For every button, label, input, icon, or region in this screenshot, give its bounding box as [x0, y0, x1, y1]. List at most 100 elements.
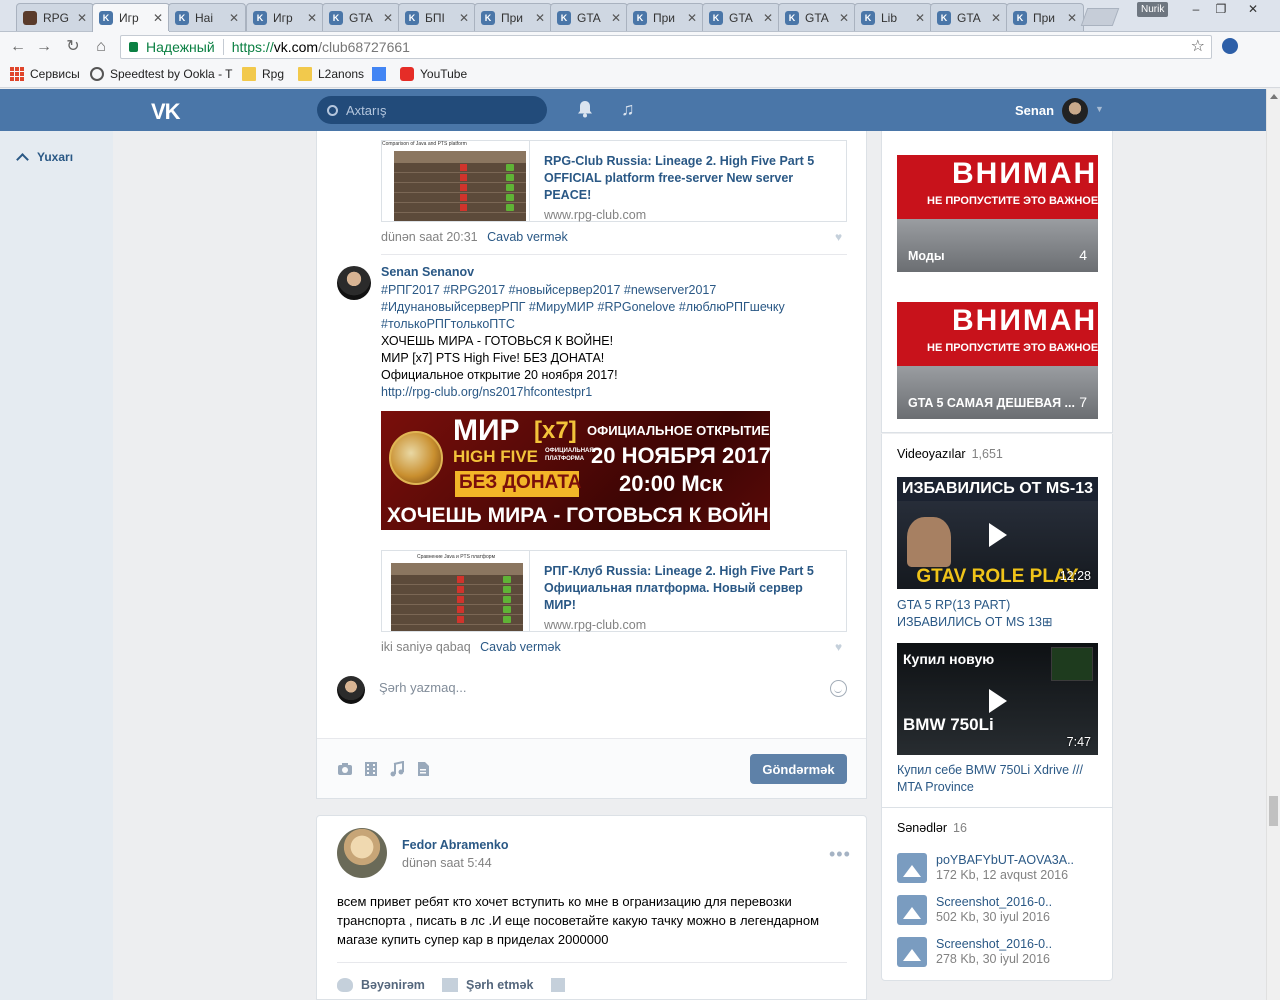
play-icon[interactable] — [989, 523, 1007, 547]
close-icon[interactable]: ✕ — [307, 11, 317, 25]
back-arrow-icon[interactable]: ← — [8, 37, 28, 57]
close-icon[interactable]: ✕ — [77, 11, 87, 25]
reply-link[interactable]: Cavab vermək — [487, 230, 568, 244]
bookmark-star-icon[interactable]: ☆ — [1191, 36, 1205, 56]
page-scrollbar[interactable] — [1266, 89, 1280, 1000]
bookmark-apps[interactable]: Сервисы — [10, 67, 80, 81]
avatar[interactable] — [337, 828, 387, 878]
address-bar[interactable]: Надежный https://vk.com/club68727661 ☆ — [120, 35, 1212, 59]
close-icon[interactable]: ✕ — [1067, 11, 1077, 25]
browser-tab[interactable]: K GTA ✕ — [702, 3, 780, 31]
new-tab-button[interactable] — [1080, 8, 1120, 26]
event-banner-image[interactable]: МИР [x7] HIGH FIVE ОФИЦИАЛЬНАЯ ПЛАТФОРМА… — [381, 411, 770, 530]
close-icon[interactable]: ✕ — [535, 11, 545, 25]
smiley-icon[interactable] — [830, 680, 847, 697]
heart-icon[interactable]: ♥ — [835, 641, 847, 653]
comment-link[interactable]: http://rpg-club.org/ns2017hfcontestpr1 — [381, 384, 592, 401]
camera-icon[interactable] — [337, 761, 353, 777]
close-icon[interactable]: ✕ — [459, 11, 469, 25]
minimize-icon[interactable]: ‒ — [1183, 0, 1209, 18]
browser-tab[interactable]: RPG ✕ — [16, 3, 94, 31]
close-icon[interactable]: ✕ — [383, 11, 393, 25]
chevron-down-icon[interactable]: ▼ — [1095, 104, 1104, 114]
browser-tab[interactable]: K При ✕ — [474, 3, 552, 31]
vk-logo-icon[interactable]: VK — [151, 99, 181, 125]
document-item[interactable]: poYBAFYbUT-AOVA3A.. 172 Kb, 12 avqust 20… — [897, 853, 1097, 885]
browser-profile-chip[interactable]: Nurik — [1137, 2, 1169, 17]
restore-icon[interactable]: ❐ — [1208, 0, 1234, 18]
comment-time[interactable]: dünən saat 20:31 — [381, 230, 478, 244]
reload-icon[interactable]: ↻ — [63, 37, 83, 57]
play-icon[interactable] — [989, 689, 1007, 713]
video-title[interactable]: GTA 5 RP(13 PART) ИЗБАВИЛИСЬ ОТ MS 13⊞ — [897, 597, 1098, 631]
photo-album[interactable]: ВНИМАНИ НЕ ПРОПУСТИТЕ ЭТО ВАЖНОЕ GTA 5 С… — [897, 302, 1098, 419]
video-thumbnail[interactable]: ИЗБАВИЛИСЬ ОТ MS-13 GTAV ROLE PLAY 12:28 — [897, 477, 1098, 589]
comment-time[interactable]: iki saniyə qabaq — [381, 640, 471, 654]
browser-tab[interactable]: K GTA ✕ — [778, 3, 856, 31]
like-button[interactable]: Bəyənirəm — [337, 978, 425, 992]
close-icon[interactable]: ✕ — [229, 11, 239, 25]
video-title[interactable]: Купил себе BMW 750Li Xdrive /// MTA Prov… — [897, 762, 1098, 796]
document-item[interactable]: Screenshot_2016-0.. 502 Kb, 30 iyul 2016 — [897, 895, 1097, 927]
avatar[interactable] — [1062, 98, 1088, 124]
scroll-up-arrow-icon[interactable] — [1270, 94, 1278, 99]
document-icon[interactable] — [415, 761, 431, 777]
close-icon[interactable]: ✕ — [687, 11, 697, 25]
post-time[interactable]: dünən saat 5:44 — [402, 856, 492, 870]
notifications-bell-icon[interactable] — [577, 100, 593, 118]
bookmark-translate[interactable] — [372, 67, 392, 81]
close-icon[interactable]: ✕ — [991, 11, 1001, 25]
link-snippet[interactable]: Comparison of Java and PTS platform RPG-… — [381, 140, 847, 222]
photo-album[interactable]: ВНИМАНИ НЕ ПРОПУСТИТЕ ЭТО ВАЖНОЕ Моды 4 — [897, 155, 1098, 272]
extension-icon[interactable] — [1222, 38, 1238, 54]
close-icon[interactable]: ✕ — [915, 11, 925, 25]
bookmark-l2anons[interactable]: L2anons — [298, 67, 364, 81]
bookmark-speedtest[interactable]: Speedtest by Ookla - T — [90, 67, 233, 81]
header-user-name[interactable]: Senan — [1015, 103, 1054, 118]
scroll-to-top-link[interactable]: Yuxarı — [16, 150, 73, 166]
video-thumbnail[interactable]: Купил новую BMW 750Li 7:47 — [897, 643, 1098, 755]
browser-tab[interactable]: K Наі ✕ — [168, 3, 246, 31]
browser-tab[interactable]: K БПІ ✕ — [398, 3, 476, 31]
browser-tab-active[interactable]: K Игр ✕ — [92, 3, 170, 32]
send-button[interactable]: Göndərmək — [750, 754, 847, 784]
search-box[interactable] — [317, 96, 547, 124]
avatar[interactable] — [337, 266, 371, 300]
link-snippet[interactable]: Сравнение Java и PTS платформ РПГ-Клуб R… — [381, 550, 847, 632]
browser-tab[interactable]: K При ✕ — [626, 3, 704, 31]
video-icon[interactable] — [363, 761, 379, 777]
close-icon[interactable]: ✕ — [839, 11, 849, 25]
home-icon[interactable]: ⌂ — [91, 37, 111, 57]
browser-tab[interactable]: K Lib ✕ — [854, 3, 932, 31]
bookmark-youtube[interactable]: YouTube — [400, 67, 467, 81]
browser-tab[interactable]: K Игр ✕ — [246, 3, 324, 31]
comment-input[interactable] — [379, 680, 819, 695]
audio-icon[interactable] — [389, 761, 405, 777]
share-button[interactable] — [551, 978, 573, 992]
left-scroll-column[interactable]: Yuxarı — [0, 131, 113, 1000]
document-name[interactable]: Screenshot_2016-0.. — [936, 937, 1052, 951]
search-input[interactable] — [346, 102, 526, 118]
hashtags[interactable]: #РПГ2017 #RPG2017 #новыйсервер2017 #news… — [381, 282, 841, 333]
close-icon[interactable]: ✕ — [763, 11, 773, 25]
browser-tab[interactable]: K При ✕ — [1006, 3, 1084, 31]
videos-header[interactable]: Videoyazılar 1,651 — [897, 447, 1003, 461]
scrollbar-thumb[interactable] — [1269, 796, 1278, 826]
snippet-title[interactable]: RPG-Club Russia: Lineage 2. High Five Pa… — [544, 153, 832, 204]
browser-tab[interactable]: K GTA ✕ — [322, 3, 400, 31]
heart-icon[interactable]: ♥ — [835, 231, 847, 243]
bookmark-rpg[interactable]: Rpg — [242, 67, 284, 81]
browser-tab[interactable]: K GTA ✕ — [930, 3, 1008, 31]
close-icon[interactable]: ✕ — [153, 11, 163, 25]
more-options-icon[interactable]: ••• — [829, 844, 851, 865]
snippet-title[interactable]: РПГ-Клуб Russia: Lineage 2. High Five Pa… — [544, 563, 832, 614]
window-close-icon[interactable]: ✕ — [1240, 0, 1266, 18]
forward-arrow-icon[interactable]: → — [34, 37, 54, 57]
document-name[interactable]: Screenshot_2016-0.. — [936, 895, 1052, 909]
close-icon[interactable]: ✕ — [611, 11, 621, 25]
browser-tab[interactable]: K GTA ✕ — [550, 3, 628, 31]
document-item[interactable]: Screenshot_2016-0.. 278 Kb, 30 iyul 2016 — [897, 937, 1097, 969]
docs-header[interactable]: Sənədlər 16 — [897, 821, 967, 835]
comment-author[interactable]: Senan Senanov — [381, 265, 474, 279]
comment-button[interactable]: Şərh etmək — [442, 978, 533, 992]
